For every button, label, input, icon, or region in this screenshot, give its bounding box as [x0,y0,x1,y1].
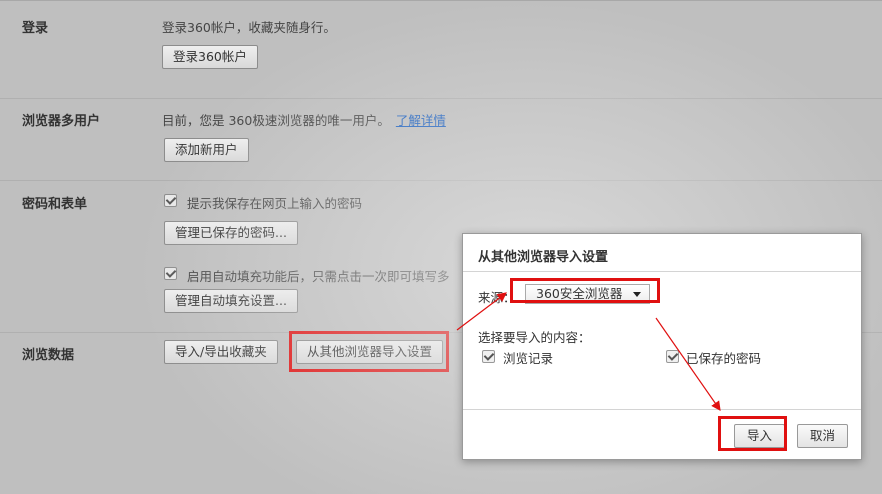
source-browser-value: 360安全浏览器 [536,286,623,301]
import-button[interactable]: 导入 [734,424,785,448]
import-export-bookmarks-button[interactable]: 导入/导出收藏夹 [164,340,278,364]
autofill-checkbox[interactable] [164,267,177,280]
dialog-title: 从其他浏览器导入设置 [478,250,609,265]
history-label: 浏览记录 [503,351,554,366]
section-label-browsing-data: 浏览数据 [22,348,75,363]
source-browser-select[interactable]: 360安全浏览器 [525,284,650,304]
saved-passwords-label: 已保存的密码 [686,351,762,366]
learn-more-link[interactable]: 了解详情 [396,113,446,128]
history-checkbox[interactable] [482,350,495,363]
multi-user-text: 目前，您是 360极速浏览器的唯一用户。 [162,113,390,128]
import-settings-dialog: 从其他浏览器导入设置 来源： 360安全浏览器 选择要导入的内容： 浏览记录 已… [462,233,862,460]
autofill-label: 启用自动填充功能后，只需点击一次即可填写多 [187,269,450,284]
dropdown-arrow-icon [633,292,641,297]
saved-passwords-checkbox[interactable] [666,350,679,363]
section-divider [0,98,882,99]
multi-user-description: 目前，您是 360极速浏览器的唯一用户。 了解详情 [162,110,446,129]
section-label-multi-user: 浏览器多用户 [22,114,101,129]
top-border [0,0,882,1]
dialog-footer-divider [463,409,861,410]
login-description: 登录360帐户，收藏夹随身行。 [162,20,336,35]
add-new-user-button[interactable]: 添加新用户 [164,138,249,162]
offer-save-password-checkbox[interactable] [164,194,177,207]
section-divider [0,180,882,181]
source-label: 来源： [478,290,516,305]
login-account-button[interactable]: 登录360帐户 [162,45,258,69]
offer-save-password-label: 提示我保存在网页上输入的密码 [187,196,363,211]
section-label-passwords: 密码和表单 [22,197,88,212]
import-items-label: 选择要导入的内容： [478,330,591,345]
section-label-login: 登录 [22,21,49,36]
manage-autofill-button[interactable]: 管理自动填充设置... [164,289,298,313]
import-from-other-browser-button[interactable]: 从其他浏览器导入设置 [296,340,444,364]
dialog-title-divider [463,271,861,272]
manage-passwords-button[interactable]: 管理已保存的密码... [164,221,298,245]
cancel-button[interactable]: 取消 [797,424,848,448]
